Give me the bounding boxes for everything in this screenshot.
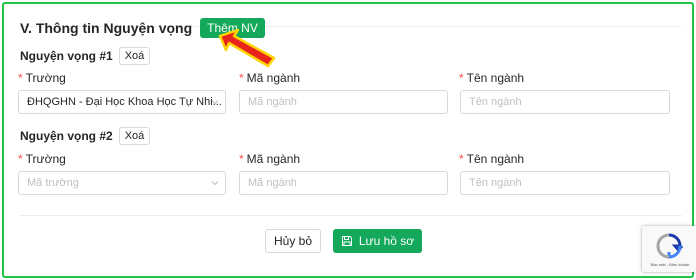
pointer-arrow-icon (218, 28, 276, 68)
recaptcha-icon (656, 233, 684, 259)
wish-1-school-select[interactable]: ĐHQGHN - Đại Học Khoa Học Tự Nhi... (18, 90, 226, 114)
wish-1-major-code-label: * Mã ngành (239, 71, 301, 85)
wish-2-major-name-input[interactable]: Tên ngành (460, 171, 670, 195)
required-marker: * (18, 152, 23, 166)
wish-1-header: Nguyện vọng #1 Xoá (20, 46, 151, 66)
required-marker: * (18, 71, 23, 85)
wish-1-school-value: ĐHQGHN - Đại Học Khoa Học Tự Nhi... (27, 96, 222, 108)
wish-1-major-name-input[interactable]: Tên ngành (460, 90, 670, 114)
required-marker: * (239, 152, 244, 166)
cancel-button[interactable]: Hủy bỏ (265, 229, 321, 253)
wish-2-major-code-label: * Mã ngành (239, 152, 301, 166)
wish-1-major-code-input[interactable]: Mã ngành (239, 90, 448, 114)
wish-2-school-label: * Trường (18, 152, 66, 166)
wish-2-delete-button[interactable]: Xoá (118, 127, 151, 145)
required-marker: * (239, 71, 244, 85)
section-title: V. Thông tin Nguyện vọng (20, 20, 193, 36)
required-marker: * (459, 152, 464, 166)
save-button[interactable]: Lưu hồ sơ (333, 229, 422, 253)
chevron-down-icon (211, 100, 219, 105)
wish-2-major-name-label: * Tên ngành (459, 152, 525, 166)
wish-2-school-select[interactable]: Mã trường (18, 171, 226, 195)
save-button-label: Lưu hồ sơ (358, 234, 415, 248)
recaptcha-footer: Bảo mật - Điều khoản (650, 262, 690, 267)
required-marker: * (459, 71, 464, 85)
wish-2-major-code-input[interactable]: Mã ngành (239, 171, 448, 195)
wish-2-school-placeholder: Mã trường (27, 177, 79, 189)
wish-1-delete-button[interactable]: Xoá (118, 47, 151, 65)
wish-1-title: Nguyện vọng #1 (20, 49, 113, 63)
recaptcha-badge[interactable]: Bảo mật - Điều khoản (642, 226, 696, 272)
wish-1-school-label: * Trường (18, 71, 66, 85)
wish-1-major-name-label: * Tên ngành (459, 71, 525, 85)
save-icon (341, 236, 352, 246)
wish-2-title: Nguyện vọng #2 (20, 129, 113, 143)
footer-divider (20, 215, 682, 216)
wish-2-header: Nguyện vọng #2 Xoá (20, 126, 151, 146)
chevron-down-icon (211, 181, 219, 186)
